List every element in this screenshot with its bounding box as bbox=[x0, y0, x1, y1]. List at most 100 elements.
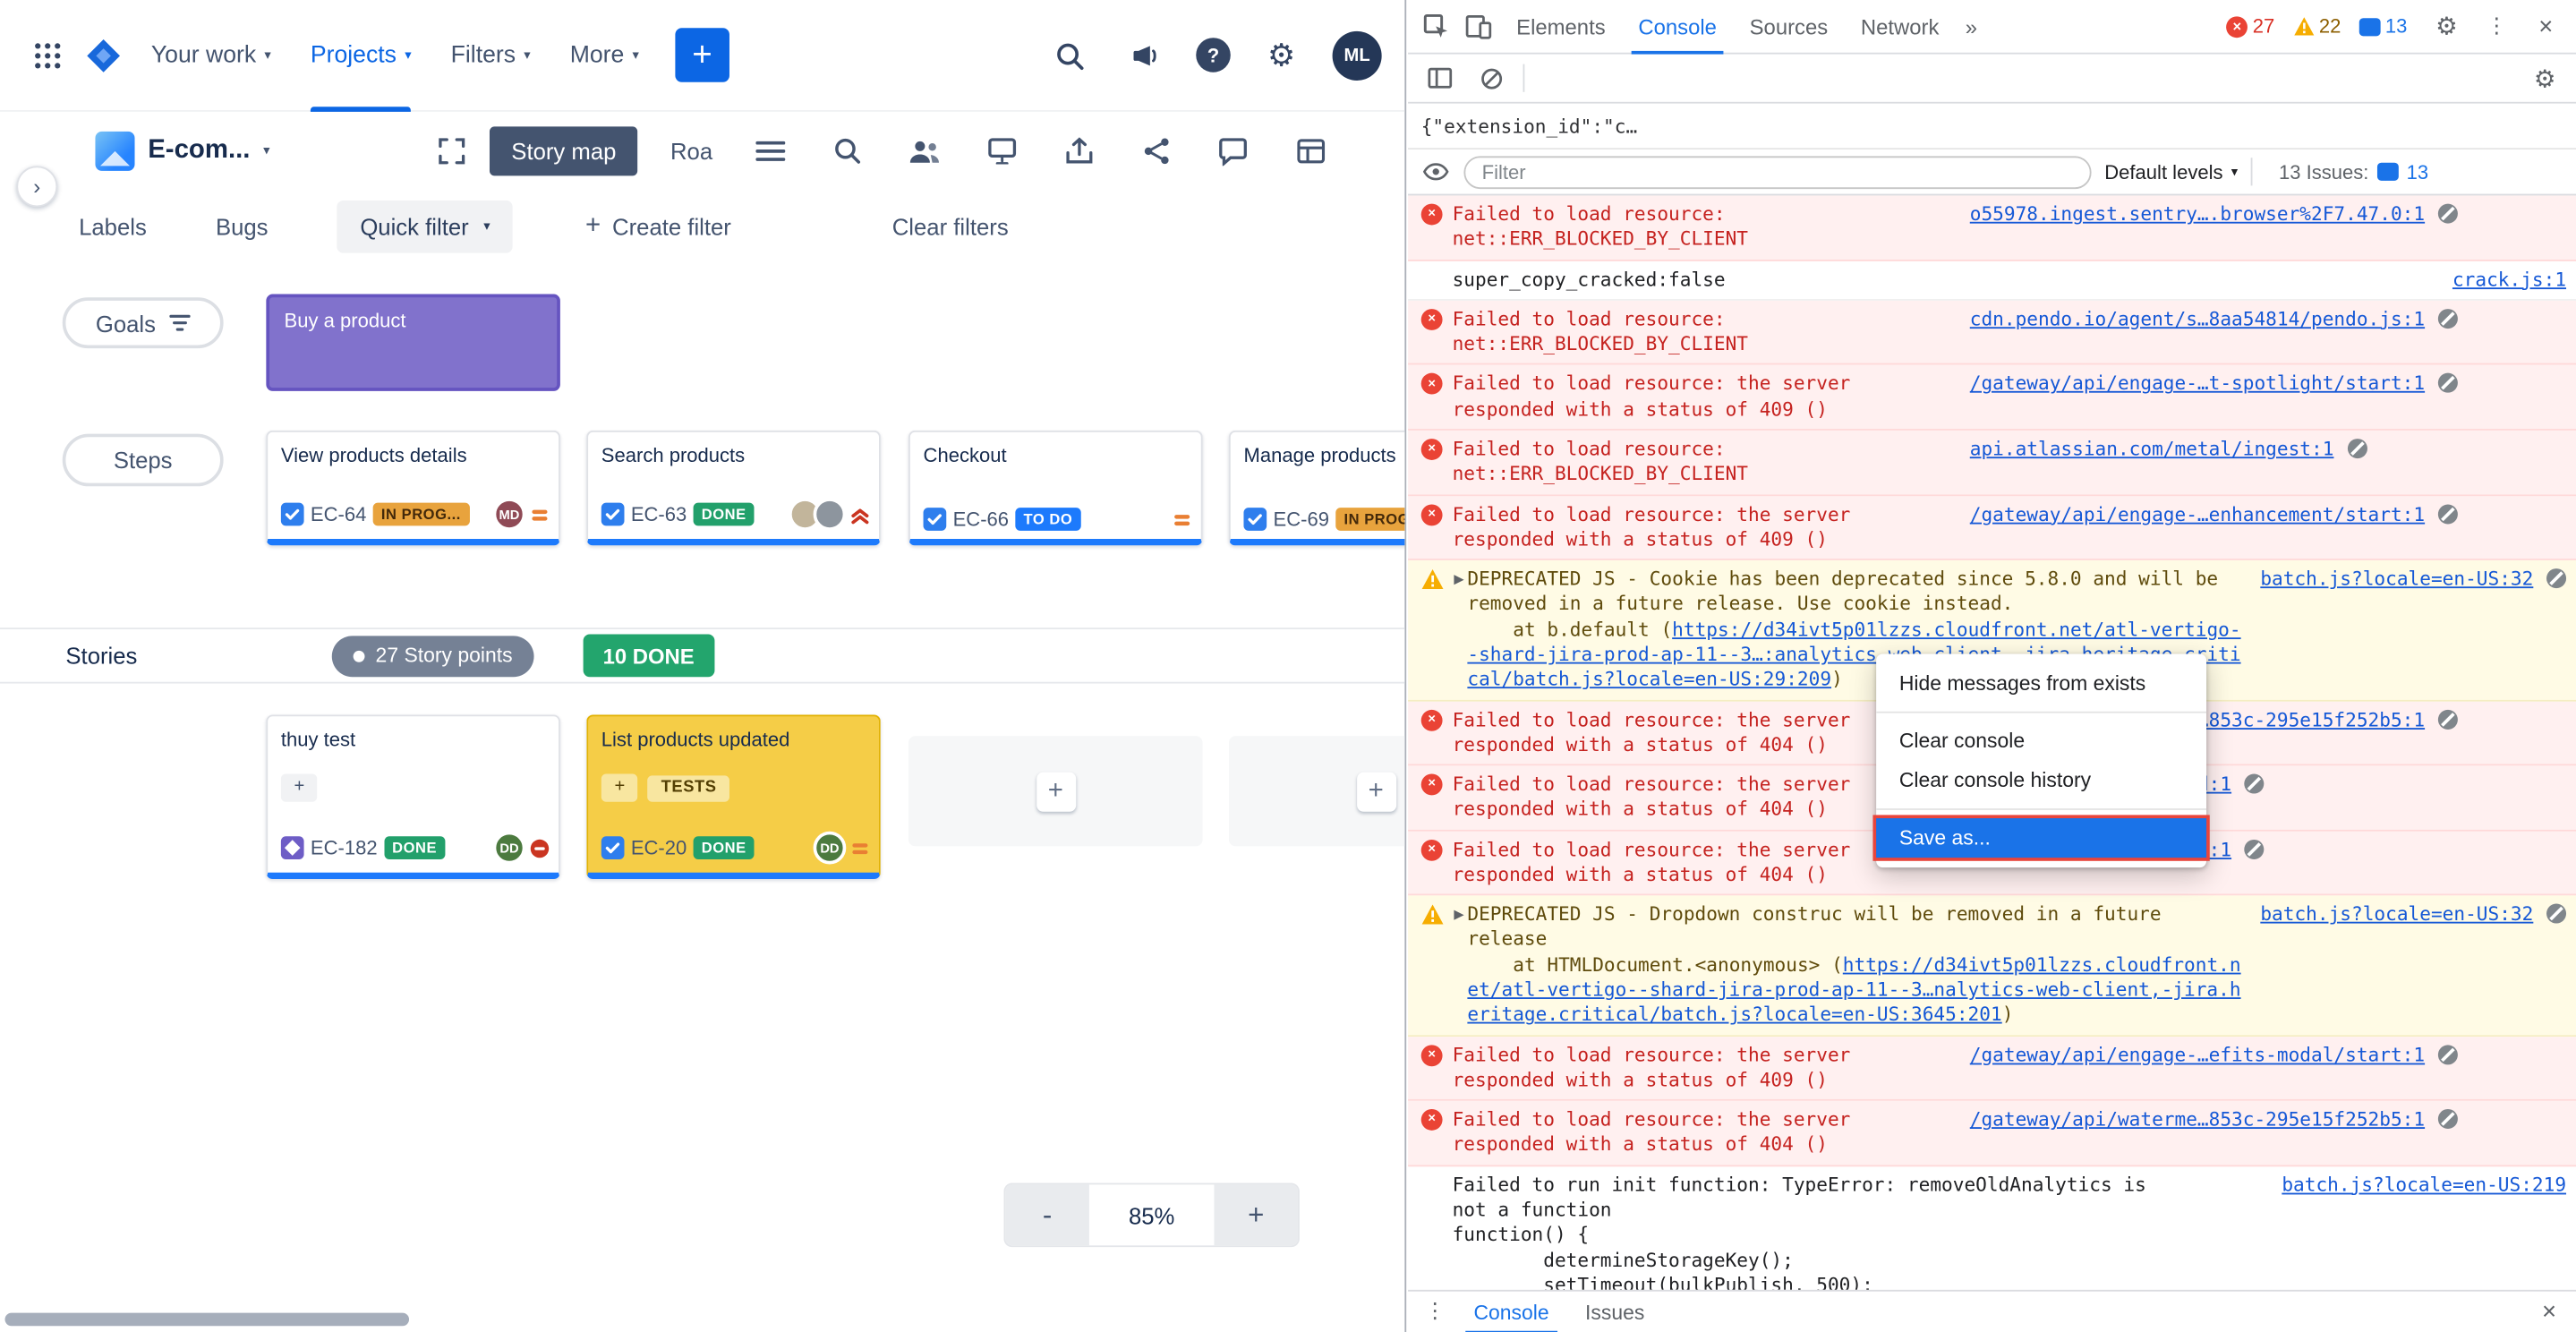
tab-console[interactable]: Console bbox=[1622, 0, 1733, 54]
search-icon[interactable] bbox=[1045, 30, 1094, 80]
nav-filters[interactable]: Filters▾ bbox=[434, 0, 547, 111]
goal-card[interactable]: Buy a product bbox=[266, 295, 560, 391]
add-card-button[interactable]: + bbox=[601, 774, 638, 803]
story-map-view-button[interactable]: Story map bbox=[490, 125, 637, 175]
project-name[interactable]: E-com... bbox=[148, 135, 250, 165]
source-location-link[interactable]: /gateway/api/engage-…efits-modal/start:1 bbox=[1970, 1043, 2425, 1068]
source-location-link[interactable]: /gateway/api/waterme…853c-295e15f252b5:1 bbox=[1970, 1107, 2425, 1132]
console-message[interactable]: Failed to run init function: TypeError: … bbox=[1408, 1166, 2576, 1290]
drawer-tab-console[interactable]: Console bbox=[1455, 1291, 1567, 1332]
user-avatar[interactable]: ML bbox=[1333, 30, 1382, 80]
quick-filter-labels[interactable]: Labels bbox=[79, 214, 147, 240]
drawer-tab-issues[interactable]: Issues bbox=[1567, 1291, 1663, 1332]
issues-counter[interactable]: 13 Issues: 13 bbox=[2279, 160, 2428, 184]
source-location-link[interactable]: o55978.ingest.sentry….browser%2F7.47.0:1 bbox=[1970, 202, 2425, 227]
step-card[interactable]: View products detailsEC-64IN PROG...MD bbox=[266, 431, 560, 545]
add-card-button[interactable]: + bbox=[1356, 772, 1395, 811]
people-icon[interactable] bbox=[907, 132, 943, 168]
card-layout-icon[interactable] bbox=[1292, 132, 1328, 168]
console-message[interactable]: ×Failed to load resource: the server res… bbox=[1408, 1036, 2576, 1101]
avatar[interactable]: MD bbox=[493, 498, 526, 531]
console-message[interactable]: ×Failed to load resource: net::ERR_BLOCK… bbox=[1408, 195, 2576, 260]
export-icon[interactable] bbox=[1061, 132, 1096, 168]
drawer-menu-icon[interactable]: ⋮ bbox=[1414, 1300, 1455, 1325]
fullscreen-icon[interactable] bbox=[428, 125, 477, 175]
context-menu-item[interactable]: Clear console history bbox=[1876, 761, 2206, 800]
project-avatar[interactable] bbox=[95, 131, 134, 170]
nav-your-work[interactable]: Your work▾ bbox=[135, 0, 288, 111]
search-board-icon[interactable] bbox=[829, 132, 865, 168]
source-location-link[interactable]: cdn.pendo.io/agent/s…8aa54814/pendo.js:1 bbox=[1970, 307, 2425, 332]
add-card-button[interactable]: + bbox=[281, 774, 318, 803]
story-card[interactable]: thuy test+EC-182DONEDD bbox=[266, 714, 560, 879]
source-location-link[interactable]: batch.js?locale=en-US:32 bbox=[2260, 567, 2533, 592]
zoom-in-button[interactable]: + bbox=[1214, 1184, 1298, 1245]
settings-gear-icon[interactable]: ⚙ bbox=[1257, 30, 1306, 80]
devtools-close-icon[interactable]: × bbox=[2526, 13, 2566, 40]
goals-section-pill[interactable]: Goals bbox=[63, 297, 224, 348]
expand-caret-icon[interactable]: ▶ bbox=[1454, 572, 1463, 590]
quick-filter-button[interactable]: Quick filter ▾ bbox=[337, 201, 514, 253]
nav-projects[interactable]: Projects▾ bbox=[294, 0, 427, 111]
step-card[interactable]: Search productsEC-63DONE bbox=[586, 431, 881, 545]
step-card[interactable]: Manage productsEC-69IN PROG... bbox=[1229, 431, 1406, 545]
live-expression-eye-icon[interactable] bbox=[1421, 150, 1451, 193]
log-levels-dropdown[interactable]: Default levels ▾ bbox=[2104, 160, 2238, 184]
drawer-close-icon[interactable]: × bbox=[2529, 1298, 2569, 1326]
expand-sidebar-button[interactable]: › bbox=[16, 166, 57, 207]
source-location-link[interactable]: api.atlassian.com/metal/ingest:1 bbox=[1970, 437, 2334, 462]
zoom-out-button[interactable]: - bbox=[1005, 1184, 1089, 1245]
clear-filters-button[interactable]: Clear filters bbox=[892, 214, 1009, 240]
device-toolbar-icon[interactable] bbox=[1457, 5, 1500, 48]
warning-badge[interactable]: 22 bbox=[2292, 15, 2341, 38]
chevron-down-icon[interactable]: ▾ bbox=[263, 144, 269, 158]
tab-sources[interactable]: Sources bbox=[1733, 0, 1844, 54]
share-icon[interactable] bbox=[1139, 132, 1174, 168]
steps-section-pill[interactable]: Steps bbox=[63, 434, 224, 487]
megaphone-icon[interactable] bbox=[1121, 30, 1170, 80]
help-icon[interactable]: ? bbox=[1196, 38, 1231, 73]
app-switcher-icon[interactable] bbox=[23, 30, 73, 80]
quick-filter-bugs[interactable]: Bugs bbox=[216, 214, 269, 240]
comment-icon[interactable] bbox=[1215, 132, 1251, 168]
devtools-settings-icon[interactable]: ⚙ bbox=[2426, 5, 2469, 48]
error-badge[interactable]: × 27 bbox=[2226, 15, 2274, 38]
clear-console-icon[interactable] bbox=[1471, 56, 1514, 99]
console-message[interactable]: ×Failed to load resource: the server res… bbox=[1408, 495, 2576, 560]
console-message[interactable]: ▶DEPRECATED JS - Dropdown construc will … bbox=[1408, 896, 2576, 1037]
avatar[interactable]: DD bbox=[493, 832, 526, 865]
create-filter-button[interactable]: + Create filter bbox=[585, 212, 731, 242]
console-message[interactable]: super_copy_cracked:falsecrack.js:1 bbox=[1408, 260, 2576, 301]
tab-network[interactable]: Network bbox=[1845, 0, 1956, 54]
jira-logo[interactable] bbox=[79, 30, 128, 80]
expand-caret-icon[interactable]: ▶ bbox=[1454, 908, 1463, 926]
source-location-link[interactable]: batch.js?locale=en-US:219 bbox=[2282, 1173, 2566, 1198]
context-menu-item-annotated[interactable]: Save as... bbox=[1876, 818, 2206, 858]
source-location-link[interactable]: crack.js:1 bbox=[2452, 267, 2566, 292]
source-location-link[interactable]: batch.js?locale=en-US:32 bbox=[2260, 902, 2533, 927]
add-card-button[interactable]: + bbox=[1036, 772, 1075, 811]
story-card[interactable]: List products updated+TESTSEC-20DONEDD bbox=[586, 714, 881, 879]
inspect-element-icon[interactable] bbox=[1414, 5, 1457, 48]
step-card[interactable]: CheckoutEC-66TO DO bbox=[908, 431, 1203, 545]
context-menu-item[interactable]: Clear console bbox=[1876, 722, 2206, 761]
console-message[interactable]: ×Failed to load resource: net::ERR_BLOCK… bbox=[1408, 301, 2576, 366]
console-settings-icon[interactable]: ⚙ bbox=[2523, 56, 2566, 99]
messages-badge[interactable]: 13 bbox=[2359, 15, 2408, 38]
console-message[interactable]: ×Failed to load resource: the server res… bbox=[1408, 365, 2576, 431]
stories-section-header[interactable]: Stories 27 Story points 10 DONE bbox=[0, 628, 1404, 683]
console-message[interactable]: ×Failed to load resource: net::ERR_BLOCK… bbox=[1408, 431, 2576, 496]
view-settings-icon[interactable] bbox=[752, 132, 788, 168]
roadmap-view-label[interactable]: Roa bbox=[670, 137, 712, 163]
context-menu-item[interactable]: Hide messages from exists bbox=[1876, 664, 2206, 704]
nav-more[interactable]: More▾ bbox=[553, 0, 655, 111]
console-filter-input[interactable] bbox=[1463, 155, 2091, 188]
avatar[interactable]: DD bbox=[814, 832, 847, 865]
presentation-icon[interactable] bbox=[984, 132, 1019, 168]
horizontal-scrollbar[interactable] bbox=[5, 1313, 410, 1327]
console-sidebar-icon[interactable] bbox=[1418, 56, 1461, 99]
source-location-link[interactable]: /gateway/api/engage-…enhancement/start:1 bbox=[1970, 502, 2425, 527]
devtools-menu-icon[interactable]: ⋮ bbox=[2477, 14, 2518, 39]
tab-elements[interactable]: Elements bbox=[1500, 0, 1622, 54]
source-location-link[interactable]: /gateway/api/engage-…t-spotlight/start:1 bbox=[1970, 372, 2425, 397]
